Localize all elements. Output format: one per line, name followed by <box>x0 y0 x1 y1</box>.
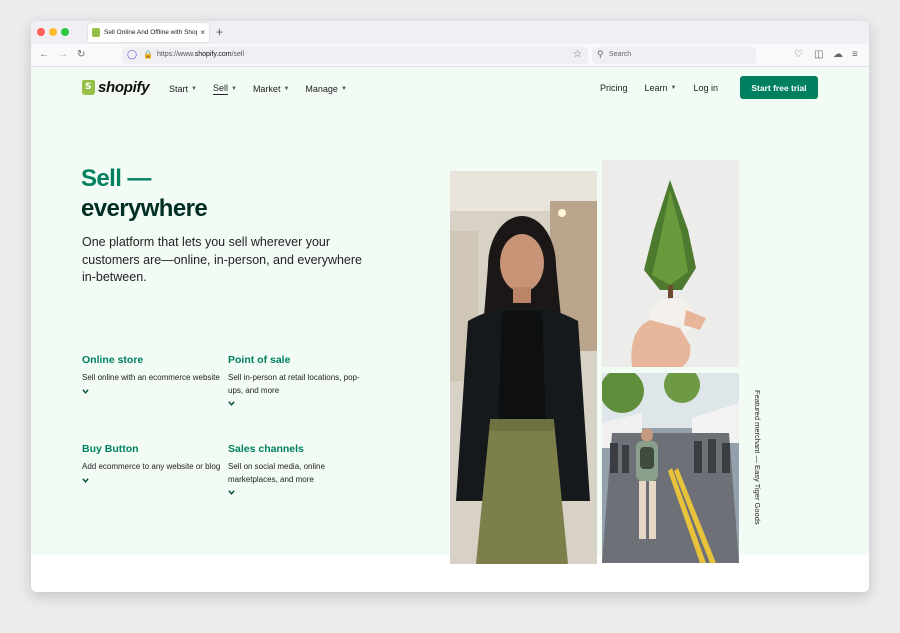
web-page: shopify Start▼ Sell▼ Market▼ Manage▼ Pri… <box>31 67 869 592</box>
feature-description: Sell online with an ecommerce website <box>82 373 220 382</box>
feature-description: Sell in-person at retail locations, pop-… <box>228 373 360 395</box>
chevron-down-icon[interactable] <box>228 489 235 496</box>
reload-icon[interactable]: ↻ <box>77 49 85 61</box>
lock-icon[interactable]: 🔒 <box>143 50 153 59</box>
shopify-favicon-icon <box>92 28 100 37</box>
nav-manage[interactable]: Manage ▼ <box>305 83 346 95</box>
new-tab-button[interactable]: + <box>216 25 223 39</box>
close-window-button[interactable] <box>37 28 45 36</box>
featured-merchant-caption: Featured merchant — Easy Tiger Goods <box>753 390 762 525</box>
logo-text: shopify <box>98 79 150 96</box>
menu-icon[interactable]: ≡ <box>852 49 858 61</box>
chevron-down-icon[interactable] <box>228 400 235 407</box>
tab-title: Sell Online And Offline with Shopify <box>104 29 198 36</box>
secondary-nav: Pricing Learn ▼ Log in <box>600 83 735 93</box>
browser-tab[interactable]: Sell Online And Offline with Shopify × <box>88 23 209 42</box>
chevron-down-icon: ▼ <box>670 85 677 91</box>
back-arrow-icon[interactable]: ← <box>39 49 49 61</box>
plant-photo <box>602 160 739 367</box>
nav-pricing[interactable]: Pricing <box>600 83 628 93</box>
feature-buy-button[interactable]: Buy Button Add ecommerce to any website … <box>82 443 222 484</box>
market-illustration <box>602 373 739 563</box>
chevron-down-icon: ▼ <box>340 86 347 92</box>
search-input[interactable]: ⚲ Search <box>592 47 756 64</box>
feature-description: Add ecommerce to any website or blog <box>82 462 221 471</box>
nav-sell[interactable]: Sell ▼ <box>212 83 237 95</box>
sidebar-icon[interactable]: ◫ <box>814 49 823 61</box>
feature-description: Sell on social media, online marketplace… <box>228 462 325 484</box>
maximize-window-button[interactable] <box>61 28 69 36</box>
plant-illustration <box>602 160 739 367</box>
browser-window: Sell Online And Offline with Shopify × +… <box>31 21 869 592</box>
nav-start[interactable]: Start ▼ <box>169 83 197 95</box>
bookmark-star-icon[interactable]: ☆ <box>573 49 582 60</box>
nav-login[interactable]: Log in <box>694 83 719 93</box>
chevron-down-icon: ▼ <box>230 86 237 92</box>
primary-nav: Start ▼ Sell ▼ Market ▼ Manage ▼ <box>169 83 363 95</box>
feature-online-store[interactable]: Online store Sell online with an ecommer… <box>82 354 222 395</box>
chevron-down-icon[interactable] <box>82 477 89 484</box>
feature-title: Online store <box>82 354 144 366</box>
chevron-down-icon[interactable] <box>82 388 89 395</box>
search-placeholder: Search <box>609 51 632 58</box>
navigation-toolbar: ← → ↻ ◯ 🔒 https://www.shopify.com/sell ☆… <box>31 44 869 67</box>
start-free-trial-button[interactable]: Start free trial <box>740 76 818 99</box>
market-photo <box>602 373 739 563</box>
search-icon: ⚲ <box>597 49 604 59</box>
merchant-photo <box>450 171 597 564</box>
feature-sales-channels[interactable]: Sales channels Sell on social media, onl… <box>228 443 368 496</box>
nav-learn[interactable]: Learn ▼ <box>645 83 677 93</box>
chevron-down-icon: ▼ <box>191 86 197 92</box>
chevron-down-icon: ▼ <box>283 86 290 92</box>
feature-title: Buy Button <box>82 443 139 455</box>
hero-description: One platform that lets you sell wherever… <box>82 235 362 284</box>
address-bar[interactable]: ◯ 🔒 https://www.shopify.com/sell ☆ <box>122 47 588 64</box>
forward-arrow-icon[interactable]: → <box>58 49 68 61</box>
nav-market[interactable]: Market ▼ <box>253 83 289 95</box>
hero-section: shopify Start▼ Sell▼ Market▼ Manage▼ Pri… <box>31 67 869 564</box>
pocket-icon[interactable]: ♡ <box>794 49 803 61</box>
shield-icon[interactable]: ◯ <box>127 49 137 60</box>
feature-point-of-sale[interactable]: Point of sale Sell in-person at retail l… <box>228 354 368 407</box>
tab-bar: Sell Online And Offline with Shopify × + <box>31 21 869 44</box>
merchant-illustration <box>450 171 597 564</box>
shopify-logo[interactable]: shopify <box>82 79 150 96</box>
feature-title: Point of sale <box>228 354 291 366</box>
tab-close-icon[interactable]: × <box>200 28 205 37</box>
feature-title: Sales channels <box>228 443 304 455</box>
title-line-2: everywhere <box>81 195 208 222</box>
url-text: https://www.shopify.com/sell <box>157 51 245 58</box>
page-title: Sell — everywhere <box>81 164 208 224</box>
shopify-bag-icon <box>82 80 95 95</box>
minimize-window-button[interactable] <box>49 28 57 36</box>
title-line-1: Sell — <box>81 165 151 192</box>
extensions-icon[interactable]: ☁ <box>833 49 843 61</box>
